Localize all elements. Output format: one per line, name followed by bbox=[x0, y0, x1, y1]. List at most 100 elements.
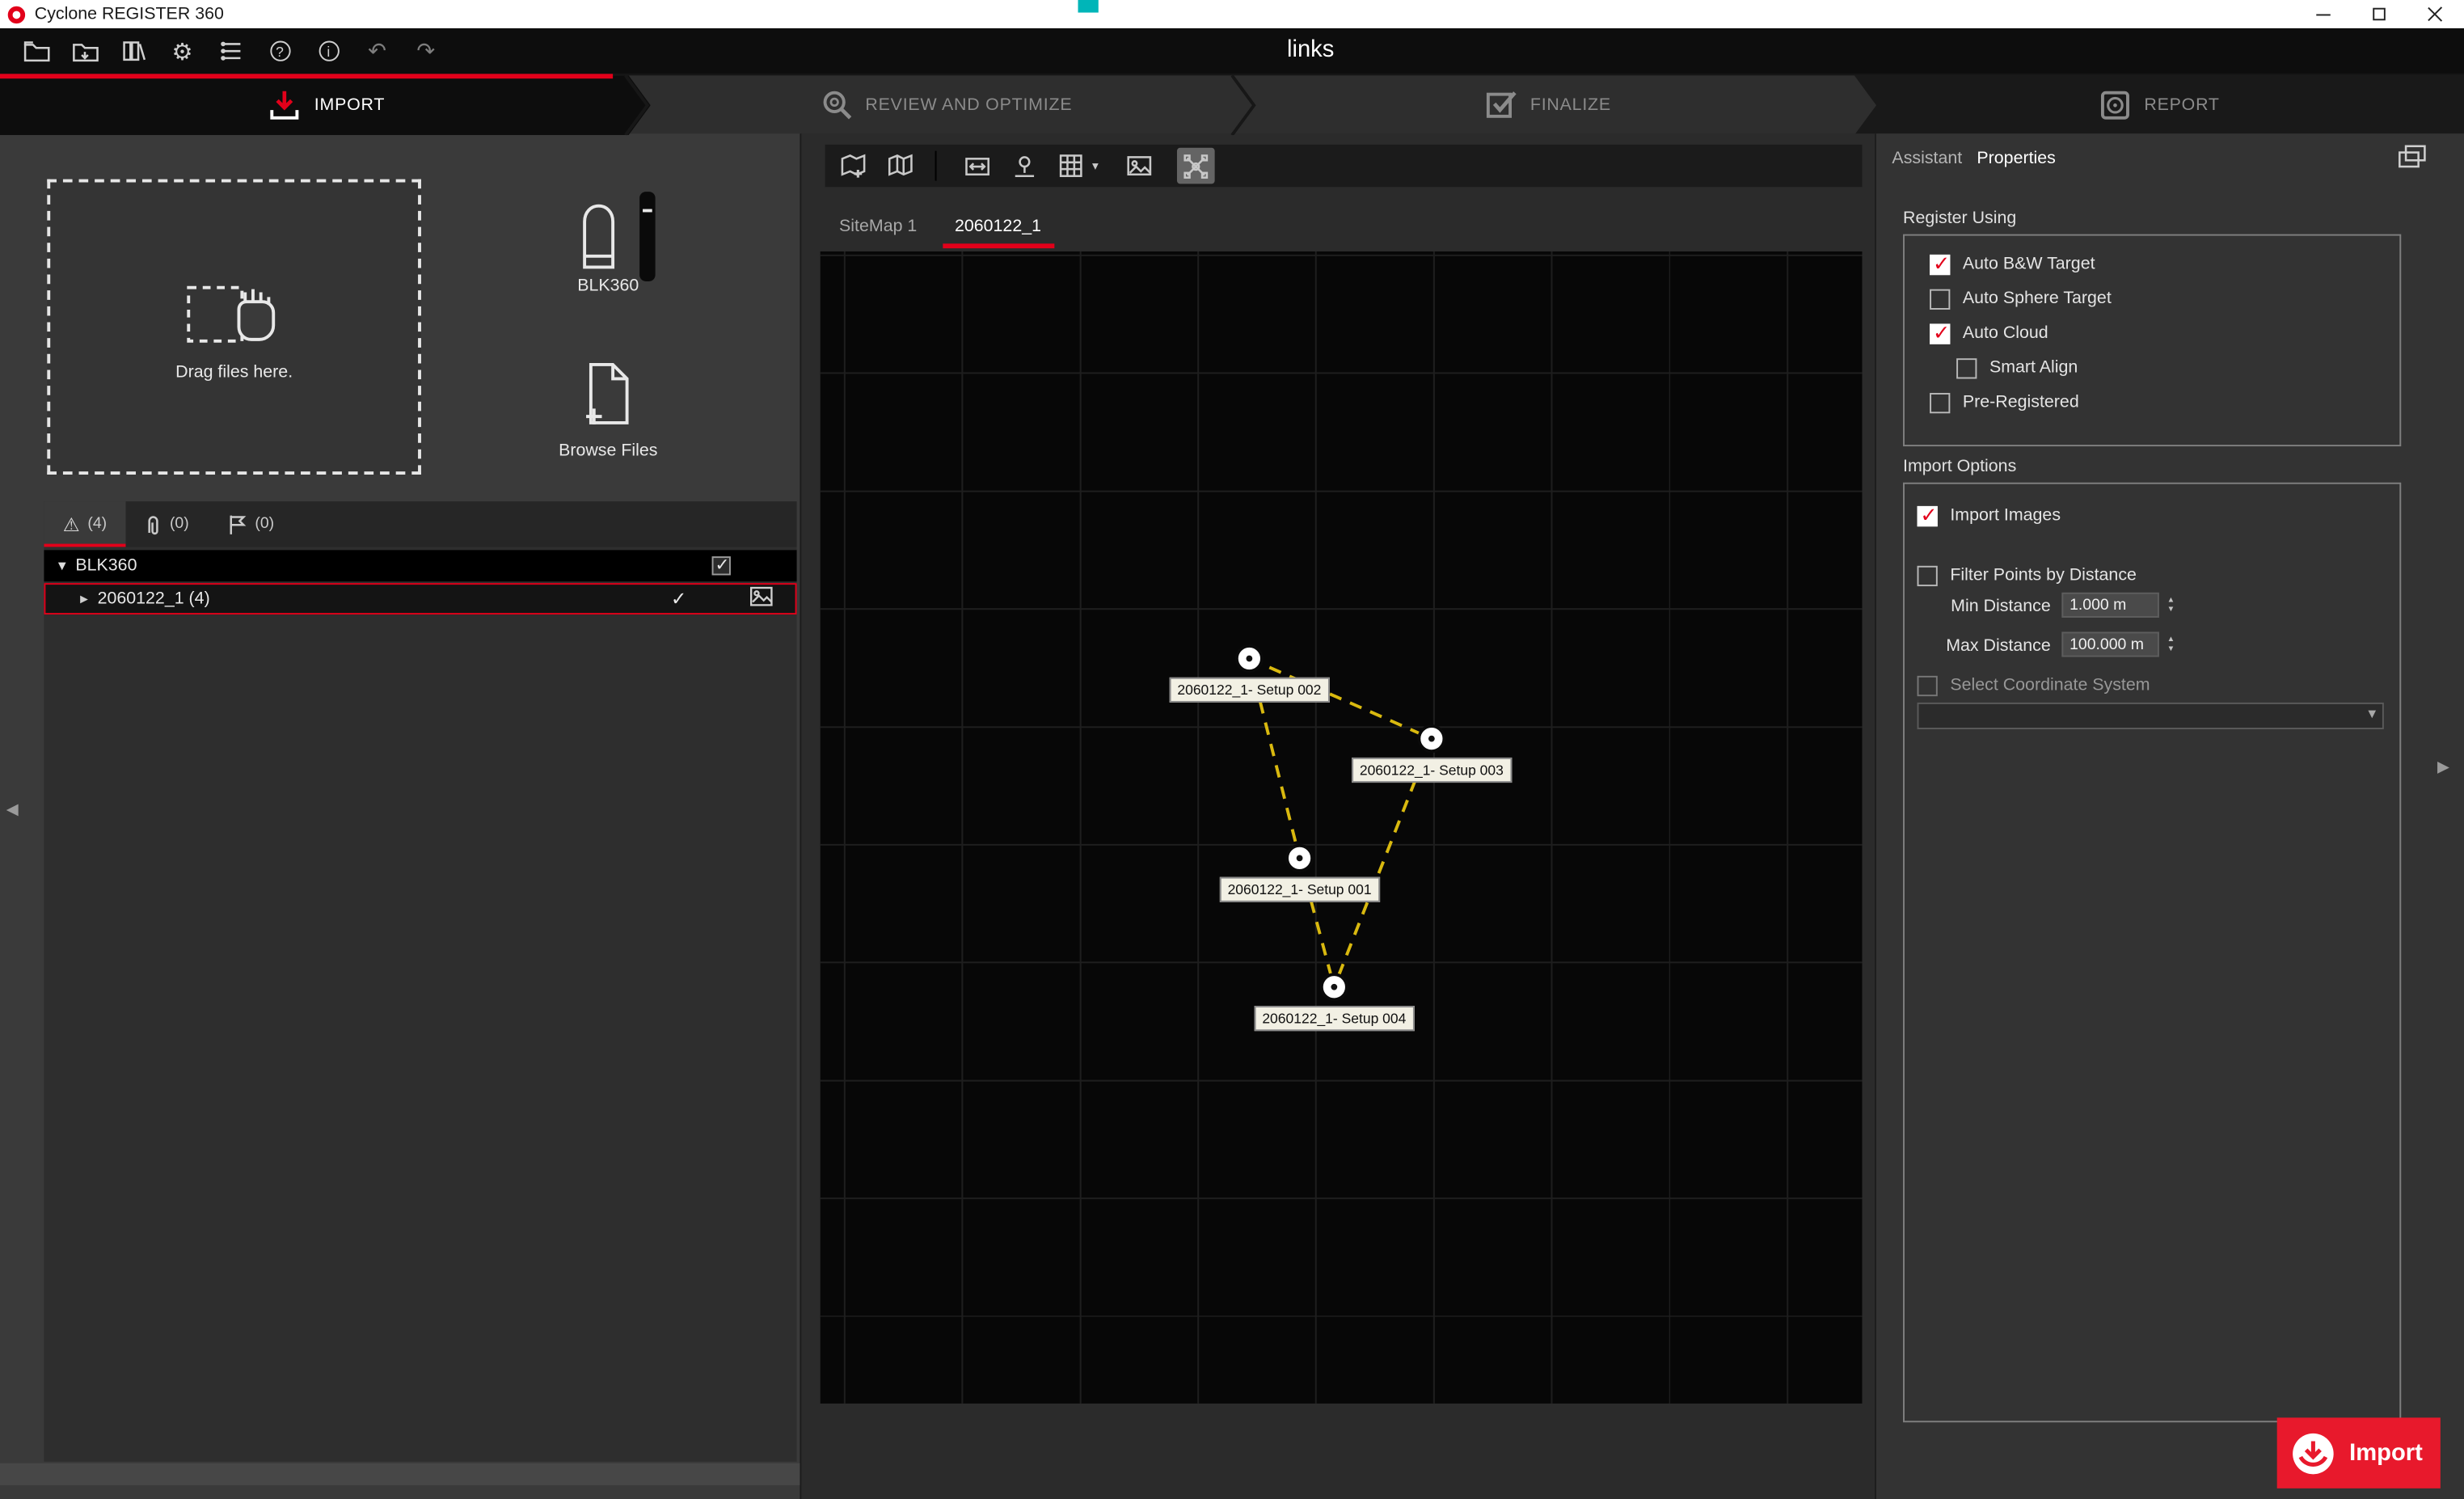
max-distance-input[interactable] bbox=[2061, 631, 2159, 657]
blk360-label: BLK360 bbox=[546, 277, 669, 295]
checkbox-select-coordinate-system[interactable] bbox=[1918, 675, 1938, 695]
spinner-up-icon: ▲ bbox=[2167, 596, 2175, 606]
setup-locations-button[interactable] bbox=[1006, 148, 1044, 184]
import-options-box: Import Images Filter Points by Distance … bbox=[1903, 483, 2401, 1422]
open-project-button[interactable] bbox=[22, 37, 50, 65]
map-pin-icon bbox=[1010, 152, 1039, 180]
warning-icon bbox=[63, 513, 80, 535]
map-icon bbox=[886, 152, 914, 180]
tab-2060122-1[interactable]: 2060122_1 bbox=[936, 208, 1061, 249]
minimize-icon bbox=[2315, 14, 2329, 15]
close-button[interactable] bbox=[2407, 0, 2464, 28]
stage-separator bbox=[622, 75, 651, 135]
browse-files-button[interactable] bbox=[581, 361, 635, 435]
tab-assistant[interactable]: Assistant bbox=[1892, 150, 1962, 168]
setup-node-label[interactable]: 2060122_1- Setup 001 bbox=[1220, 877, 1379, 902]
checkbox-auto-bw-target[interactable] bbox=[1930, 254, 1950, 274]
tab-sitemap-1[interactable]: SiteMap 1 bbox=[821, 208, 936, 249]
checkbox-smart-align[interactable] bbox=[1956, 357, 1977, 378]
auto-cloud-label: Auto Cloud bbox=[1963, 323, 2048, 342]
import-download-icon bbox=[266, 87, 304, 125]
checkbox-filter-points[interactable] bbox=[1918, 565, 1938, 585]
issue-tab-bar: (4) (0) (0) bbox=[44, 501, 796, 547]
tags-count: (0) bbox=[255, 516, 274, 533]
image-preview-icon[interactable] bbox=[749, 586, 773, 611]
float-panel-button[interactable] bbox=[2398, 145, 2426, 176]
register-using-box: Auto B&W Target Auto Sphere Target Auto … bbox=[1903, 234, 2401, 446]
tab-properties[interactable]: Properties bbox=[1977, 150, 2055, 168]
sitemap-canvas[interactable]: 2060122_1- Setup 002 2060122_1- Setup 003… bbox=[821, 251, 1863, 1404]
tab-attachments[interactable]: (0) bbox=[126, 501, 209, 547]
visual-alignment-tool-button[interactable] bbox=[1177, 148, 1215, 184]
toolbar-separator bbox=[935, 151, 937, 181]
attachments-count: (0) bbox=[170, 516, 189, 533]
collapse-left-panel-arrow[interactable] bbox=[6, 801, 19, 818]
register-using-title: Register Using bbox=[1903, 209, 2016, 228]
sitemap-tab-bar: SiteMap 1 2060122_1 bbox=[821, 201, 1061, 248]
drag-files-dropzone[interactable]: Drag files here. bbox=[47, 179, 421, 475]
checkbox-import-images[interactable] bbox=[1918, 505, 1938, 526]
import-button[interactable]: Import bbox=[2277, 1417, 2441, 1488]
tree-child-label: 2060122_1 (4) bbox=[98, 589, 210, 608]
select-coordinate-system-label: Select Coordinate System bbox=[1950, 676, 2150, 695]
blk360-slider[interactable] bbox=[639, 192, 655, 281]
drag-hand-icon bbox=[185, 272, 283, 347]
checkbox-check-icon bbox=[1484, 88, 1519, 123]
stage-finalize[interactable]: FINALIZE bbox=[1242, 75, 1854, 135]
blk360-device-button[interactable] bbox=[578, 201, 619, 278]
tree-row-2060122-1[interactable]: 2060122_1 (4) bbox=[44, 583, 796, 614]
workflow-ribbon: IMPORT REVIEW AND OPTIMIZE FINALIZE REPO… bbox=[0, 74, 2464, 133]
min-distance-input[interactable] bbox=[2061, 593, 2159, 618]
setup-node[interactable] bbox=[1235, 644, 1264, 673]
drag-files-label: Drag files here. bbox=[175, 363, 293, 382]
tree-root-checkbox[interactable] bbox=[712, 556, 731, 575]
grid-button[interactable] bbox=[1053, 148, 1091, 184]
spinner-down-icon: ▼ bbox=[2167, 644, 2175, 654]
link-lines-layer bbox=[821, 251, 1863, 1404]
import-source-panel: Drag files here. BLK360 Browse Files bbox=[0, 133, 801, 1499]
expander-icon[interactable] bbox=[58, 556, 66, 575]
tab-tags[interactable]: (0) bbox=[208, 501, 293, 547]
left-panel-scrollbar[interactable] bbox=[0, 1463, 800, 1485]
fit-view-button[interactable] bbox=[959, 148, 997, 184]
coordinate-system-dropdown[interactable] bbox=[1918, 703, 2384, 729]
max-distance-spinner[interactable]: ▲▼ bbox=[2162, 631, 2179, 657]
setup-node-label[interactable]: 2060122_1- Setup 004 bbox=[1255, 1006, 1414, 1031]
setup-node[interactable] bbox=[1285, 844, 1314, 872]
stage-report-label: REPORT bbox=[2144, 96, 2219, 115]
flag-icon bbox=[226, 513, 247, 535]
images-button[interactable] bbox=[1120, 148, 1158, 184]
app-title: Cyclone REGISTER 360 bbox=[35, 5, 224, 23]
filter-points-label: Filter Points by Distance bbox=[1950, 566, 2137, 585]
setup-node-label[interactable]: 2060122_1- Setup 002 bbox=[1170, 678, 1329, 703]
tab-warnings[interactable]: (4) bbox=[44, 501, 125, 547]
min-distance-spinner[interactable]: ▲▼ bbox=[2162, 593, 2179, 618]
sitemap-button[interactable] bbox=[882, 148, 920, 184]
spinner-down-icon: ▼ bbox=[2167, 605, 2175, 614]
max-distance-label: Max Distance bbox=[1909, 636, 2051, 655]
stage-review-and-optimize[interactable]: REVIEW AND OPTIMIZE bbox=[651, 75, 1242, 135]
stage-import[interactable]: IMPORT bbox=[0, 75, 651, 135]
checkbox-pre-registered[interactable] bbox=[1930, 392, 1950, 412]
checkbox-auto-sphere-target[interactable] bbox=[1930, 289, 1950, 309]
collapse-right-panel-arrow[interactable] bbox=[2437, 759, 2449, 776]
setup-node-label[interactable]: 2060122_1- Setup 003 bbox=[1352, 758, 1511, 783]
document-title: links bbox=[78, 36, 2464, 63]
stage-report[interactable]: REPORT bbox=[1854, 75, 2464, 135]
open-folder-icon bbox=[23, 40, 49, 63]
image-icon bbox=[1125, 152, 1154, 180]
import-images-label: Import Images bbox=[1950, 506, 2061, 525]
grid-dropdown-caret[interactable]: ▾ bbox=[1092, 158, 1099, 172]
setup-node[interactable] bbox=[1417, 724, 1445, 753]
setup-node[interactable] bbox=[1320, 973, 1348, 1001]
checkbox-auto-cloud[interactable] bbox=[1930, 323, 1950, 343]
minimize-button[interactable] bbox=[2294, 0, 2351, 28]
layered-windows-icon bbox=[2398, 145, 2426, 168]
maximize-button[interactable] bbox=[2351, 0, 2407, 28]
app-window: Cyclone REGISTER 360 ? i links bbox=[0, 0, 2464, 1499]
new-sitemap-button[interactable] bbox=[834, 148, 872, 184]
maximize-icon bbox=[2373, 8, 2386, 21]
tree-row-blk360[interactable]: BLK360 bbox=[44, 550, 796, 581]
warnings-count: (4) bbox=[87, 516, 107, 533]
expander-icon[interactable] bbox=[80, 589, 88, 608]
